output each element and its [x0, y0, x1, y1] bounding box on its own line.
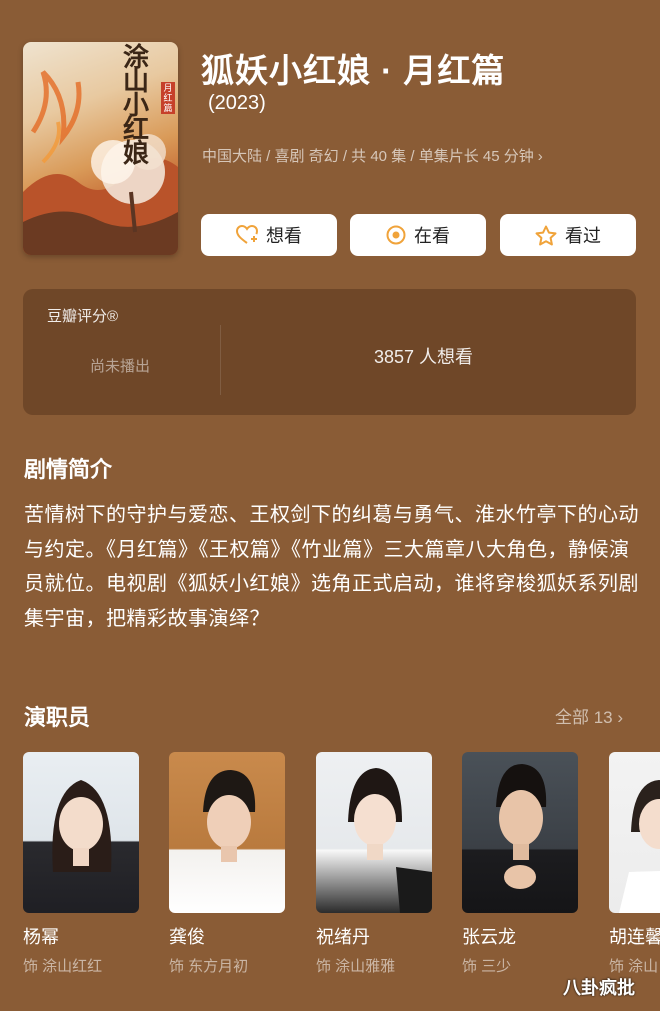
cast-card[interactable]: 胡连馨 饰 涂山 [609, 752, 660, 976]
rating-title: 豆瓣评分® [47, 308, 119, 325]
want-count: 3857 人想看 [374, 347, 474, 367]
cast-photo [169, 752, 285, 913]
cast-card[interactable]: 杨幂 饰 涂山红红 [23, 752, 139, 976]
cast-card[interactable]: 龚俊 饰 东方月初 [169, 752, 285, 976]
cast-role: 饰 涂山雅雅 [316, 958, 396, 975]
drama-poster[interactable]: 涂山小红娘 月红篇 [23, 42, 178, 255]
cast-name: 龚俊 [169, 927, 205, 947]
watching-label: 在看 [414, 226, 450, 246]
heart-plus-icon [236, 225, 258, 244]
cast-role: 饰 涂山 [609, 958, 659, 975]
watched-button[interactable]: 看过 [500, 214, 636, 256]
cast-name: 杨幂 [23, 927, 59, 947]
cast-photo [23, 752, 139, 913]
cast-view-all-label: 全部 13 [555, 708, 613, 727]
cast-heading: 演职员 [24, 705, 91, 730]
cast-role: 饰 涂山红红 [23, 958, 103, 975]
cast-view-all-link[interactable]: 全部 13 › [555, 703, 623, 728]
synopsis-heading: 剧情简介 [24, 457, 113, 482]
cast-photo [462, 752, 578, 913]
release-year: (2023) [208, 92, 266, 114]
drama-meta-text: 中国大陆 / 喜剧 奇幻 / 共 40 集 / 单集片长 45 分钟 [202, 148, 534, 165]
target-icon [386, 225, 406, 245]
synopsis-text[interactable]: 苦情树下的守护与爱恋、王权剑下的纠葛与勇气、淮水竹亭下的心动与约定。《月红篇》《… [24, 498, 644, 636]
cast-name: 祝绪丹 [316, 927, 370, 947]
cast-card[interactable]: 张云龙 饰 三少 [462, 752, 578, 976]
rating-panel[interactable]: 豆瓣评分® 尚未播出 3857 人想看 [23, 289, 636, 415]
want-to-watch-button[interactable]: 想看 [201, 214, 337, 256]
cast-card[interactable]: 祝绪丹 饰 涂山雅雅 [316, 752, 432, 976]
cast-role: 饰 三少 [462, 958, 512, 975]
rating-status: 尚未播出 [90, 358, 151, 375]
chevron-right-icon: › [617, 708, 624, 727]
watermark: 八卦疯批 [563, 978, 635, 998]
cast-name: 胡连馨 [609, 927, 660, 947]
cast-photo [609, 752, 660, 913]
poster-calligraphy: 涂山小红娘 [123, 43, 150, 169]
chevron-right-icon: › [537, 148, 543, 165]
rating-divider [220, 325, 221, 395]
poster-seal: 月红篇 [161, 82, 175, 114]
watching-button[interactable]: 在看 [350, 214, 486, 256]
drama-meta[interactable]: 中国大陆 / 喜剧 奇幻 / 共 40 集 / 单集片长 45 分钟 › [202, 145, 543, 166]
cast-photo [316, 752, 432, 913]
cast-name: 张云龙 [462, 927, 516, 947]
drama-title: 狐妖小红娘 · 月红篇 [201, 52, 506, 89]
want-to-watch-label: 想看 [266, 226, 302, 246]
cast-role: 饰 东方月初 [169, 958, 249, 975]
watched-label: 看过 [565, 226, 601, 246]
star-icon [535, 225, 557, 245]
